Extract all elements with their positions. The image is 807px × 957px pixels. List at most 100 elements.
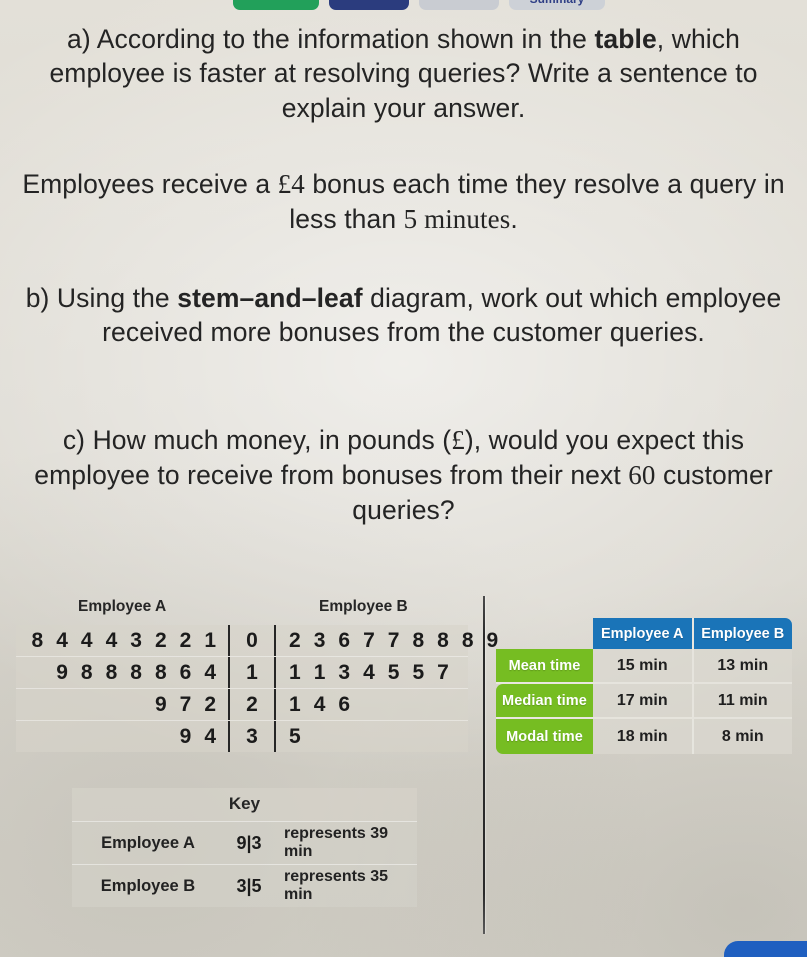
stem-cell: 0 (228, 625, 276, 656)
leaf-digit: 4 (363, 660, 375, 684)
text-segment-0: c) How much money, in pounds ( (62, 425, 452, 455)
leaf-digit: 3 (338, 660, 351, 684)
text-segment-1: table (594, 24, 657, 54)
toolbar-summary-button[interactable]: Summary (509, 0, 605, 10)
question-part-c-text: c) How much money, in pounds (£), would … (0, 423, 807, 528)
summary-table-header-employee-a: Employee A (593, 618, 692, 649)
key-row-code: 9|3 (236, 832, 262, 853)
stem-and-leaf-headings: Employee A Employee B (16, 598, 468, 622)
text-segment-3: 60 (628, 460, 656, 491)
stem-leaf-row: 9722146 (16, 688, 468, 720)
leaf-digit: 7 (437, 660, 449, 684)
toolbar-navy-button[interactable] (329, 0, 409, 10)
key-row: Employee B 3|5 represents 35 min (72, 864, 417, 907)
text-segment-1: £4 (277, 169, 305, 199)
summary-table-cell: 13 min (691, 649, 792, 684)
leaf-digit: 8 (105, 660, 118, 684)
leaf-digit: 2 (204, 692, 216, 716)
key-row-represents: represents 39 min (284, 825, 389, 860)
text-segment-1: stem–and–leaf (177, 283, 363, 313)
stem-and-leaf-rows: 8444322102367788899888864111345579722146… (16, 625, 498, 752)
worksheet-page: Summary a) According to the information … (0, 0, 807, 957)
summary-table-row-label: Median time (496, 684, 593, 719)
leaf-digit: 4 (56, 628, 68, 652)
summary-table-row: Mean time 15 min 13 min (496, 649, 792, 684)
leaf-digit: 9 (154, 692, 167, 716)
leaf-digit: 8 (31, 628, 44, 652)
leaf-digit: 8 (130, 660, 142, 684)
leaf-digit: 1 (289, 692, 301, 716)
leaf-digit: 8 (461, 628, 474, 652)
stem-leaf-leaves-employee-a: 972 (16, 689, 228, 720)
question-part-a-text: a) According to the information shown in… (0, 22, 807, 125)
stem-digit: 0 (246, 628, 258, 652)
summary-table-cell: 17 min (593, 684, 692, 719)
key-row-name: Employee A (101, 833, 195, 852)
bonus-statement: Employees receive a £4 bonus each time t… (0, 167, 807, 237)
leaf-digit: 6 (338, 628, 351, 652)
summary-table-cell: 15 min (593, 649, 692, 684)
leaf-digit: 2 (289, 628, 301, 652)
leaf-digit: 6 (338, 692, 351, 716)
stem-leaf-heading-employee-a: Employee A (78, 598, 167, 615)
bottom-right-blue-indicator[interactable] (724, 941, 807, 957)
summary-table-cell: 11 min (691, 684, 792, 719)
key-row-name: Employee B (100, 876, 196, 895)
leaf-digit: 4 (204, 660, 216, 684)
leaf-digit: 8 (80, 660, 93, 684)
leaf-digit: 7 (387, 628, 400, 652)
text-segment-1: £ (451, 425, 465, 455)
leaf-digit: 9 (56, 660, 68, 684)
stem-leaf-leaves-employee-a: 9888864 (16, 657, 228, 688)
summary-table-row-label: Mean time (496, 649, 593, 684)
leaf-digit: 3 (313, 628, 326, 652)
text-segment-0: Employees receive a (22, 169, 278, 199)
summary-table-row: Modal time 18 min 8 min (496, 719, 792, 754)
stem-leaf-row: 94 3 5 (16, 720, 468, 752)
summary-table-row-label: Modal time (496, 719, 593, 754)
key-box: Key Employee A 9|3 represents 39 min Employ… (72, 788, 417, 907)
key-title: Key (72, 788, 417, 821)
leaf-digit: 4 (204, 724, 216, 748)
text-segment-4: . (510, 204, 518, 235)
stem-cell: 1 (228, 657, 276, 688)
summary-table-header-employee-b: Employee B (691, 618, 792, 649)
summary-statistics-table: Employee A Employee B Mean time 15 min 13 … (496, 618, 792, 754)
leaf-digit: 4 (80, 628, 93, 652)
stem-leaf-leaves-employee-b: 5 (276, 721, 468, 752)
stem-cell: 2 (228, 689, 276, 720)
vertical-divider (483, 596, 485, 934)
stem-leaf-leaves-employee-a: 94 (16, 721, 228, 752)
leaf-digit: 5 (289, 724, 301, 748)
summary-table-corner-cell (496, 618, 593, 649)
bonus-statement-text: Employees receive a £4 bonus each time t… (0, 167, 807, 237)
leaf-digit: 1 (289, 660, 301, 684)
summary-table-body: Mean time 15 min 13 min Median time 17 min 11… (496, 649, 792, 754)
leaf-digit: 7 (363, 628, 375, 652)
summary-table-cell: 8 min (691, 719, 792, 754)
stem-digit: 2 (246, 692, 258, 716)
stem-leaf-leaves-employee-b: 1134557 (276, 657, 468, 688)
leaf-digit: 9 (179, 724, 192, 748)
stem-leaf-heading-employee-b: Employee B (319, 598, 408, 615)
toolbar-green-button[interactable] (233, 0, 319, 10)
stem-leaf-row: 988886411134557 (16, 656, 468, 688)
leaf-digit: 7 (179, 692, 192, 716)
leaf-digit: 8 (412, 628, 425, 652)
key-row: Employee A 9|3 represents 39 min (72, 821, 417, 864)
text-segment-2: bonus each time they resolve a query in … (289, 169, 785, 235)
leaf-digit: 6 (179, 660, 192, 684)
summary-table-header-row: Employee A Employee B (496, 618, 792, 649)
leaf-digit: 1 (204, 628, 216, 652)
stem-digit: 1 (246, 660, 258, 684)
stem-and-leaf-diagram: Employee A Employee B 844432210236778889… (16, 598, 498, 752)
text-segment-3: 5 minutes (403, 204, 511, 235)
leaf-digit: 8 (437, 628, 449, 652)
question-part-b: b) Using the stem–and–leaf diagram, work… (0, 281, 807, 350)
toolbar-grey-button[interactable] (419, 0, 499, 10)
stem-cell: 3 (228, 721, 276, 752)
leaf-digit: 2 (154, 628, 167, 652)
top-toolbar: Summary (0, 0, 807, 10)
leaf-digit: 8 (154, 660, 167, 684)
question-part-a: a) According to the information shown in… (0, 22, 807, 125)
